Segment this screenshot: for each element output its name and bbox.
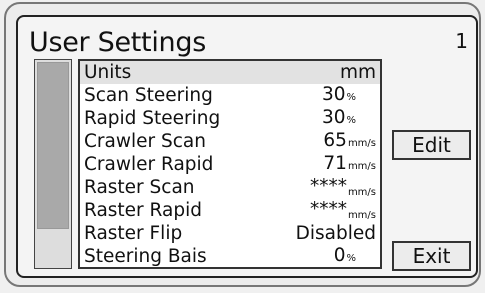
- setting-row-rapid-steering[interactable]: Rapid Steering 30%: [80, 107, 380, 130]
- setting-label: Raster Rapid: [84, 200, 202, 221]
- setting-value: **** mm/s: [309, 198, 376, 221]
- setting-label: Scan Steering: [84, 85, 213, 106]
- setting-label: Crawler Scan: [84, 131, 206, 152]
- setting-row-units[interactable]: Units mm: [80, 61, 380, 84]
- setting-row-crawler-rapid[interactable]: Crawler Rapid 71 mm/s: [80, 153, 380, 176]
- settings-screen: User Settings 1 Units mm Scan Steering 3…: [16, 15, 478, 278]
- scrollbar-track[interactable]: [34, 59, 72, 269]
- setting-row-raster-rapid[interactable]: Raster Rapid **** mm/s: [80, 199, 380, 222]
- setting-row-steering-bais[interactable]: Steering Bais 0%: [80, 245, 380, 268]
- setting-label: Units: [84, 62, 132, 83]
- exit-button[interactable]: Exit: [392, 241, 471, 271]
- scrollbar-thumb[interactable]: [37, 62, 69, 229]
- edit-button[interactable]: Edit: [392, 130, 471, 160]
- setting-label: Raster Scan: [84, 177, 195, 198]
- setting-label: Crawler Rapid: [84, 154, 214, 175]
- setting-label: Raster Flip: [84, 223, 183, 244]
- setting-value: 0%: [333, 244, 356, 266]
- setting-row-raster-scan[interactable]: Raster Scan **** mm/s: [80, 176, 380, 199]
- setting-value: mm: [339, 62, 376, 83]
- setting-label: Rapid Steering: [84, 108, 221, 129]
- settings-list: Units mm Scan Steering 30% Rapid Steerin…: [78, 59, 382, 269]
- page-number: 1: [455, 29, 468, 53]
- setting-row-scan-steering[interactable]: Scan Steering 30%: [80, 84, 380, 107]
- setting-label: Steering Bais: [84, 246, 207, 267]
- setting-row-raster-flip[interactable]: Raster Flip Disabled: [80, 222, 380, 245]
- setting-value: Disabled: [295, 223, 376, 244]
- page-title: User Settings: [29, 27, 206, 58]
- setting-row-crawler-scan[interactable]: Crawler Scan 65 mm/s: [80, 130, 380, 153]
